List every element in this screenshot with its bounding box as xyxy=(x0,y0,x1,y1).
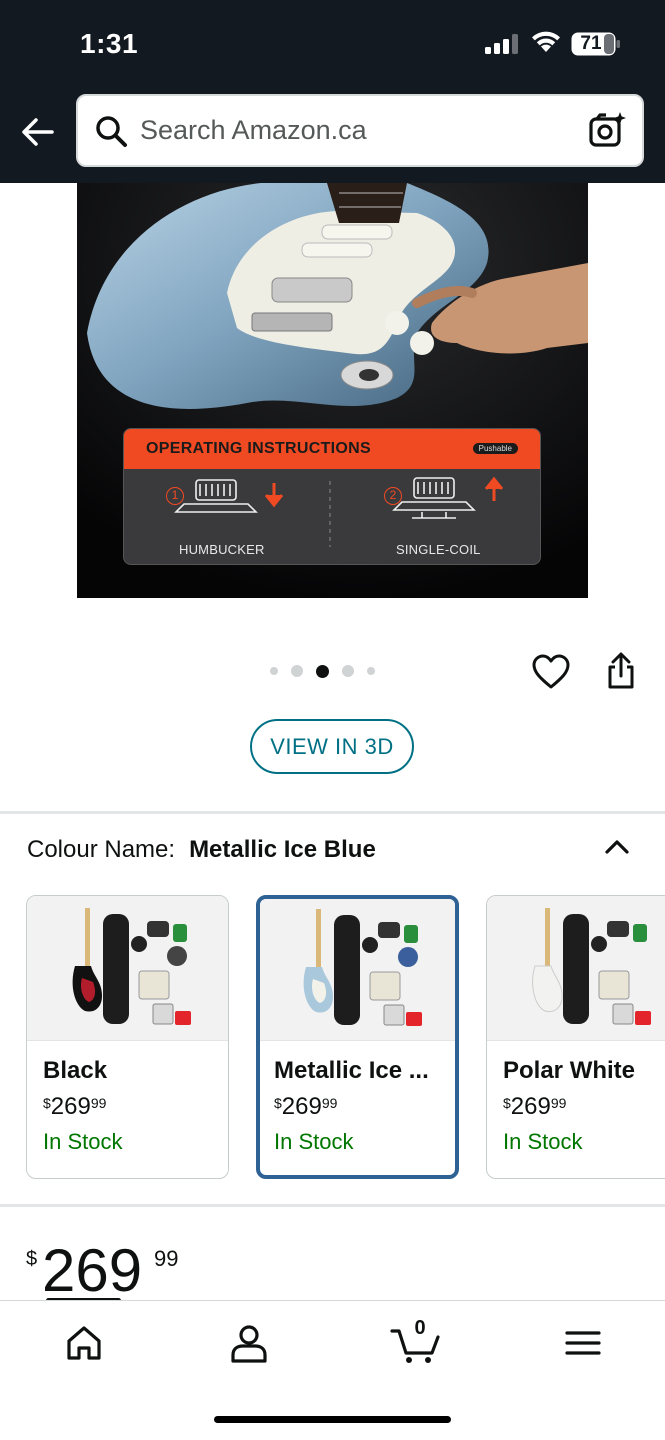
option-name: Polar White xyxy=(503,1057,636,1084)
colour-name-label: Colour Name: xyxy=(27,836,176,863)
pager-dot[interactable] xyxy=(291,665,303,677)
colour-option-image xyxy=(487,896,665,1041)
menu-icon[interactable] xyxy=(561,1321,605,1365)
single-coil-label: SINGLE-COIL xyxy=(396,542,481,557)
share-icon[interactable] xyxy=(602,652,640,690)
home-icon[interactable] xyxy=(62,1321,106,1365)
bundle-image xyxy=(303,909,422,1026)
view-in-3d-button[interactable]: VIEW IN 3D xyxy=(250,719,414,774)
option-price: $26999 xyxy=(43,1093,107,1120)
price-fraction: 99 xyxy=(154,1246,179,1271)
product-image[interactable]: OPERATING INSTRUCTIONS Pushable 1 2 HUMB… xyxy=(77,183,588,598)
pager-dot[interactable] xyxy=(270,667,278,675)
bundle-image xyxy=(532,908,651,1025)
search-icon xyxy=(96,116,127,147)
heart-icon[interactable] xyxy=(532,654,570,690)
pager-dot-active[interactable] xyxy=(316,664,329,678)
battery-level: 71 xyxy=(580,33,602,54)
search-bar[interactable] xyxy=(76,94,644,167)
search-input[interactable] xyxy=(140,108,570,152)
colour-option-polar-white[interactable]: Polar White $26999 In Stock xyxy=(486,895,665,1179)
price-whole: 269 xyxy=(42,1237,143,1304)
option-name: Metallic Ice ... xyxy=(274,1057,429,1084)
bundle-image xyxy=(72,908,191,1025)
cart-count: 0 xyxy=(414,1317,426,1339)
pager-dot[interactable] xyxy=(367,667,375,675)
section-divider xyxy=(0,1204,665,1207)
colour-option-metallic-ice-blue[interactable]: Metallic Ice ... $26999 In Stock xyxy=(256,895,459,1179)
option-stock-status: In Stock xyxy=(43,1129,123,1154)
colour-name-value: Metallic Ice Blue xyxy=(189,836,376,863)
operating-instructions-panel: OPERATING INSTRUCTIONS Pushable 1 2 HUMB… xyxy=(123,428,541,565)
app-header: 1:31 71 xyxy=(0,0,665,183)
wifi-icon xyxy=(532,31,560,52)
price-currency: $ xyxy=(26,1248,38,1270)
status-time: 1:31 xyxy=(80,28,139,59)
image-pager[interactable] xyxy=(270,662,375,680)
option-price: $26999 xyxy=(503,1093,567,1120)
colour-name-row: Colour Name: Metallic Ice Blue xyxy=(27,836,376,864)
cart-button[interactable]: 0 xyxy=(390,1317,440,1365)
colour-option-image xyxy=(260,899,455,1041)
chevron-up-icon[interactable] xyxy=(602,834,632,858)
colour-option-black[interactable]: Black $26999 In Stock xyxy=(26,895,229,1179)
option-name: Black xyxy=(43,1057,108,1084)
option-stock-status: In Stock xyxy=(274,1129,354,1154)
step-1-number: 1 xyxy=(171,488,179,502)
pager-dot[interactable] xyxy=(342,665,354,677)
back-arrow-icon[interactable] xyxy=(18,112,58,152)
section-divider xyxy=(0,811,665,814)
step-1-badge: 1 xyxy=(166,487,184,505)
colour-option-image xyxy=(27,896,228,1041)
step-2-badge: 2 xyxy=(384,487,402,505)
cellular-signal-icon xyxy=(485,34,518,54)
option-stock-status: In Stock xyxy=(503,1129,583,1154)
pushable-tag: Pushable xyxy=(472,443,518,454)
step-2-number: 2 xyxy=(389,488,397,502)
option-price: $26999 xyxy=(274,1093,338,1120)
camera-sparkle-icon[interactable] xyxy=(588,110,628,150)
home-indicator xyxy=(214,1416,451,1423)
humbucker-label: HUMBUCKER xyxy=(179,542,265,557)
battery-indicator: 71 xyxy=(571,32,621,56)
instructions-title: OPERATING INSTRUCTIONS xyxy=(146,440,371,457)
account-icon[interactable] xyxy=(227,1321,271,1365)
